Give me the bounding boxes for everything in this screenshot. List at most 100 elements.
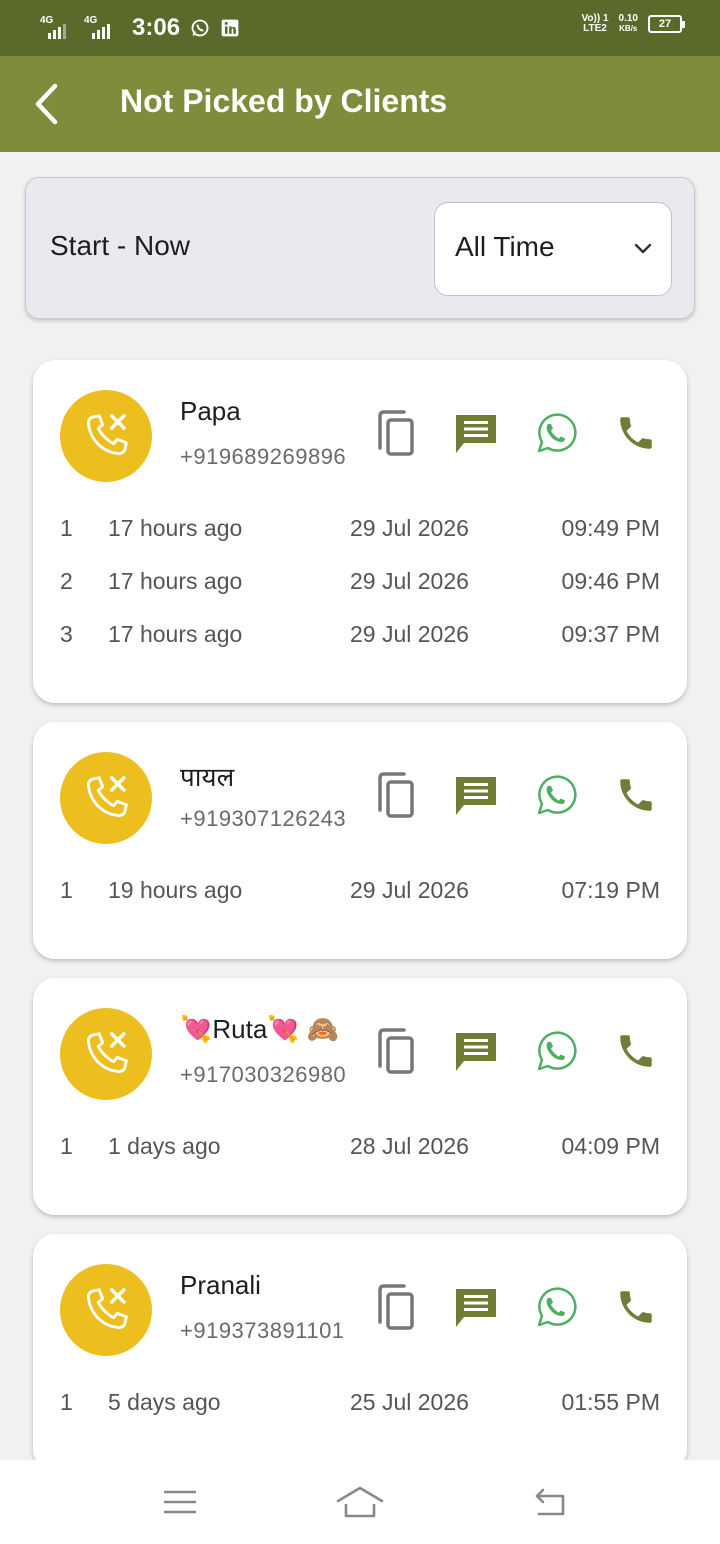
call-button[interactable]	[611, 770, 661, 820]
call-relative-time: 1 days ago	[108, 1133, 221, 1159]
volte-indicator: Vo)) 1 LTE2	[581, 14, 608, 34]
copy-icon	[378, 1284, 414, 1330]
call-time: 09:46 PM	[561, 568, 660, 594]
call-time: 09:49 PM	[561, 515, 660, 541]
home-button[interactable]	[330, 1480, 390, 1524]
chevron-left-icon	[35, 83, 58, 125]
network-speed: 0.10 KB/s	[619, 14, 638, 34]
call-row: 3 17 hours ago 29 Jul 2026 09:37 PM	[33, 621, 687, 655]
whatsapp-icon	[537, 1031, 577, 1071]
call-time: 07:19 PM	[561, 877, 660, 903]
message-icon	[456, 1289, 496, 1327]
filter-card: Start - Now All Time	[25, 177, 695, 319]
call-relative-time: 17 hours ago	[108, 621, 243, 647]
speed-value: 0.10	[618, 13, 638, 24]
call-row: 1 1 days ago 28 Jul 2026 04:09 PM	[33, 1133, 687, 1167]
home-icon	[336, 1486, 384, 1518]
period-selected-value: All Time	[455, 231, 555, 262]
call-button[interactable]	[611, 408, 661, 458]
call-relative-time: 19 hours ago	[108, 877, 243, 903]
call-time: 09:37 PM	[561, 621, 660, 647]
whatsapp-notification-icon	[190, 18, 210, 38]
volte-line-2: LTE2	[583, 23, 607, 34]
call-index: 2	[60, 568, 73, 594]
call-time: 01:55 PM	[561, 1389, 660, 1415]
status-bar-left: 4G 4G 3:06	[40, 14, 240, 42]
call-date: 25 Jul 2026	[350, 1389, 469, 1415]
message-icon	[456, 415, 496, 453]
speed-unit: KB/s	[619, 24, 638, 33]
contact-name: Pranali	[180, 1270, 261, 1300]
whatsapp-icon	[537, 1287, 577, 1327]
copy-icon	[378, 1028, 414, 1074]
app-bar: Not Picked by Clients	[0, 56, 720, 152]
call-date: 29 Jul 2026	[350, 568, 469, 594]
back-button[interactable]	[24, 78, 68, 130]
call-index: 1	[60, 1389, 73, 1415]
call-date: 29 Jul 2026	[350, 515, 469, 541]
whatsapp-button[interactable]	[530, 408, 580, 458]
call-index: 1	[60, 877, 73, 903]
contact-name: 💘Ruta💘 🙈	[180, 1014, 340, 1044]
menu-button[interactable]	[150, 1480, 210, 1524]
sms-button[interactable]	[451, 408, 501, 458]
status-time: 3:06	[132, 14, 181, 41]
sms-button[interactable]	[451, 770, 501, 820]
contact-name: Papa	[180, 396, 241, 426]
copy-icon	[378, 772, 414, 818]
call-date: 29 Jul 2026	[350, 877, 469, 903]
chevron-down-icon	[634, 243, 652, 254]
period-dropdown[interactable]: All Time	[434, 202, 672, 296]
whatsapp-button[interactable]	[530, 770, 580, 820]
call-index: 1	[60, 515, 73, 541]
whatsapp-button[interactable]	[530, 1026, 580, 1076]
call-row: 1 19 hours ago 29 Jul 2026 07:19 PM	[33, 877, 687, 911]
contact-card[interactable]: पायल +919307126243 1 19 hours ago 29 Jul…	[33, 722, 687, 959]
contact-card[interactable]: 💘Ruta💘 🙈 +917030326980 1 1 days ago 28 J…	[33, 978, 687, 1215]
sms-button[interactable]	[451, 1026, 501, 1076]
copy-button[interactable]	[370, 408, 420, 458]
missed-call-icon	[60, 752, 152, 844]
page-title: Not Picked by Clients	[120, 83, 448, 119]
whatsapp-button[interactable]	[530, 1282, 580, 1332]
missed-call-icon	[60, 1008, 152, 1100]
copy-button[interactable]	[370, 770, 420, 820]
contact-phone: +919373891101	[180, 1318, 345, 1343]
copy-button[interactable]	[370, 1282, 420, 1332]
call-date: 29 Jul 2026	[350, 621, 469, 647]
whatsapp-icon	[537, 413, 577, 453]
call-relative-time: 17 hours ago	[108, 515, 243, 541]
call-button[interactable]	[611, 1026, 661, 1076]
linkedin-notification-icon	[220, 18, 240, 38]
phone-icon	[620, 1035, 652, 1067]
call-row: 1 17 hours ago 29 Jul 2026 09:49 PM	[33, 515, 687, 549]
contact-card[interactable]: Papa +919689269896 1 17 hours ago 29 Jul…	[33, 360, 687, 703]
call-button[interactable]	[611, 1282, 661, 1332]
phone-icon	[620, 1291, 652, 1323]
system-nav-bar	[0, 1460, 720, 1544]
battery-icon: 27	[648, 15, 685, 33]
contact-card[interactable]: Pranali +919373891101 1 5 days ago 25 Ju…	[33, 1234, 687, 1471]
missed-call-icon	[60, 1264, 152, 1356]
contact-phone: +917030326980	[180, 1062, 347, 1087]
call-row: 2 17 hours ago 29 Jul 2026 09:46 PM	[33, 568, 687, 602]
menu-icon	[164, 1490, 196, 1514]
contact-phone: +919689269896	[180, 444, 347, 469]
call-relative-time: 17 hours ago	[108, 568, 243, 594]
call-relative-time: 5 days ago	[108, 1389, 221, 1415]
contact-phone: +919307126243	[180, 806, 347, 831]
missed-call-icon	[60, 390, 152, 482]
whatsapp-icon	[537, 775, 577, 815]
message-icon	[456, 1033, 496, 1071]
call-index: 1	[60, 1133, 73, 1159]
status-bar: 4G 4G 3:06 Vo)) 1 LTE2 0.10 KB/s 27	[0, 0, 720, 56]
back-icon	[535, 1488, 565, 1516]
signal-2-icon: 4G	[84, 15, 118, 39]
copy-icon	[378, 410, 414, 456]
copy-button[interactable]	[370, 1026, 420, 1076]
call-index: 3	[60, 621, 73, 647]
call-row: 1 5 days ago 25 Jul 2026 01:55 PM	[33, 1389, 687, 1423]
return-button[interactable]	[518, 1480, 578, 1524]
phone-icon	[620, 779, 652, 811]
sms-button[interactable]	[451, 1282, 501, 1332]
